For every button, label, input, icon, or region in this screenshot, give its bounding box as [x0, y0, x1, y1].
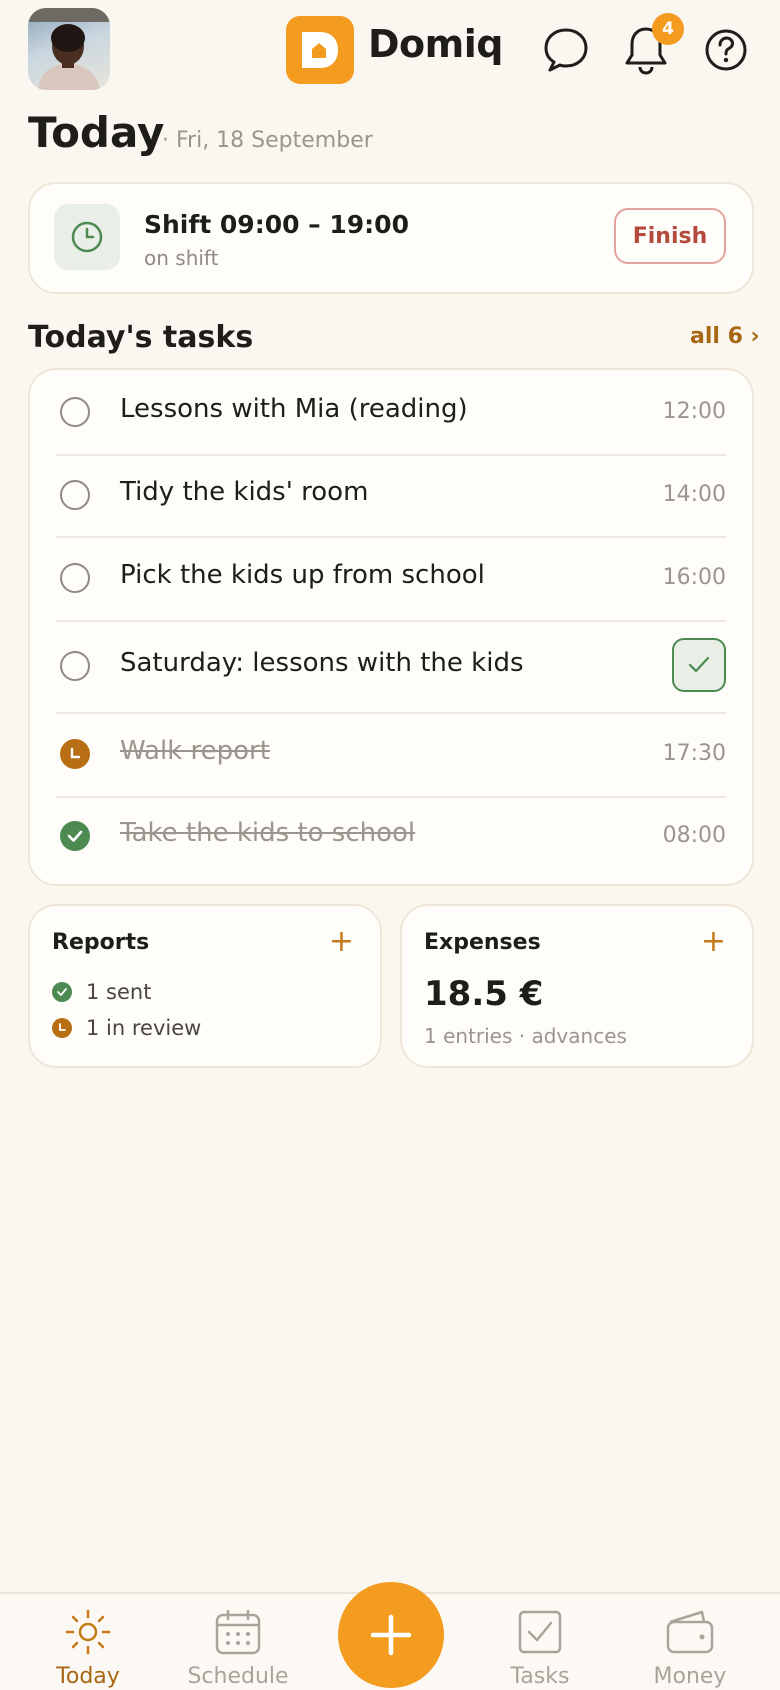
task-title: Take the kids to school: [120, 818, 416, 848]
reports-in-review: 1 in review: [52, 1016, 201, 1040]
brand-name: Domiq: [368, 22, 503, 66]
all-tasks-link[interactable]: all 6 ›: [690, 324, 760, 349]
reports-title: Reports: [52, 930, 150, 955]
reports-in-review-label: 1 in review: [86, 1016, 202, 1040]
nav-money-label: Money: [653, 1664, 727, 1689]
add-expense-button[interactable]: +: [701, 924, 726, 959]
task-title: Lessons with Mia (reading): [120, 394, 468, 424]
plus-icon: [370, 1614, 412, 1656]
nav-money[interactable]: Money: [630, 1594, 750, 1690]
checkbox-icon: [514, 1606, 566, 1658]
nav-schedule-label: Schedule: [187, 1664, 289, 1689]
task-time: 12:00: [662, 399, 726, 424]
chat-icon[interactable]: [540, 24, 592, 76]
wallet-icon: [664, 1606, 716, 1658]
reports-card[interactable]: Reports + 1 sent 1 in review: [28, 904, 382, 1068]
sun-icon: [62, 1606, 114, 1658]
task-checkbox[interactable]: [60, 397, 90, 427]
expenses-summary: 1 entries · advances: [424, 1024, 627, 1048]
add-report-button[interactable]: +: [329, 924, 354, 959]
reports-sent-label: 1 sent: [86, 980, 152, 1004]
nav-schedule[interactable]: Schedule: [178, 1594, 298, 1690]
add-fab-button[interactable]: [338, 1582, 444, 1688]
calendar-icon: [212, 1606, 264, 1658]
help-icon[interactable]: [702, 26, 750, 74]
done-check-icon[interactable]: [60, 821, 90, 851]
task-row[interactable]: Lessons with Mia (reading) 12:00: [56, 370, 726, 456]
review-clock-icon: [52, 1018, 72, 1038]
expenses-card[interactable]: Expenses + 18.5 € 1 entries · advances: [400, 904, 754, 1068]
task-time: 08:00: [662, 823, 726, 848]
in-review-icon[interactable]: [60, 739, 90, 769]
task-row[interactable]: Tidy the kids' room 14:00: [56, 454, 726, 538]
sent-check-icon: [52, 982, 72, 1002]
confirm-task-button[interactable]: [672, 638, 726, 692]
finish-shift-button[interactable]: Finish: [614, 208, 726, 264]
task-title: Walk report: [120, 736, 270, 766]
expenses-amount: 18.5 €: [424, 974, 544, 1014]
task-time: 14:00: [662, 482, 726, 507]
avatar[interactable]: [28, 8, 110, 90]
task-time: 16:00: [662, 565, 726, 590]
logo-icon: [286, 16, 354, 84]
nav-today[interactable]: Today: [28, 1594, 148, 1690]
task-checkbox[interactable]: [60, 563, 90, 593]
task-row[interactable]: Saturday: lessons with the kids: [56, 620, 726, 714]
task-row[interactable]: Walk report 17:30: [56, 712, 726, 798]
page-title: Today: [28, 108, 165, 157]
page-date: · Fri, 18 September: [162, 128, 373, 153]
nav-tasks-label: Tasks: [510, 1664, 570, 1689]
task-checkbox[interactable]: [60, 480, 90, 510]
notification-badge: 4: [652, 13, 684, 45]
reports-sent: 1 sent: [52, 980, 151, 1004]
task-title: Tidy the kids' room: [120, 477, 369, 507]
task-row[interactable]: Pick the kids up from school 16:00: [56, 536, 726, 622]
task-checkbox[interactable]: [60, 651, 90, 681]
check-icon: [688, 656, 710, 673]
task-time: 17:30: [662, 741, 726, 766]
nav-tasks[interactable]: Tasks: [480, 1594, 600, 1690]
expenses-title: Expenses: [424, 930, 541, 955]
shift-card: Shift 09:00 – 19:00 on shift Finish: [28, 182, 754, 294]
clock-icon: [54, 204, 120, 270]
task-title: Saturday: lessons with the kids: [120, 648, 524, 678]
tasks-list: Lessons with Mia (reading) 12:00 Tidy th…: [28, 368, 754, 886]
shift-status: on shift: [144, 246, 219, 270]
shift-title: Shift 09:00 – 19:00: [144, 210, 409, 239]
task-title: Pick the kids up from school: [120, 560, 485, 590]
nav-today-label: Today: [56, 1664, 120, 1689]
tasks-section-title: Today's tasks: [28, 320, 254, 355]
task-row[interactable]: Take the kids to school 08:00: [56, 796, 726, 880]
